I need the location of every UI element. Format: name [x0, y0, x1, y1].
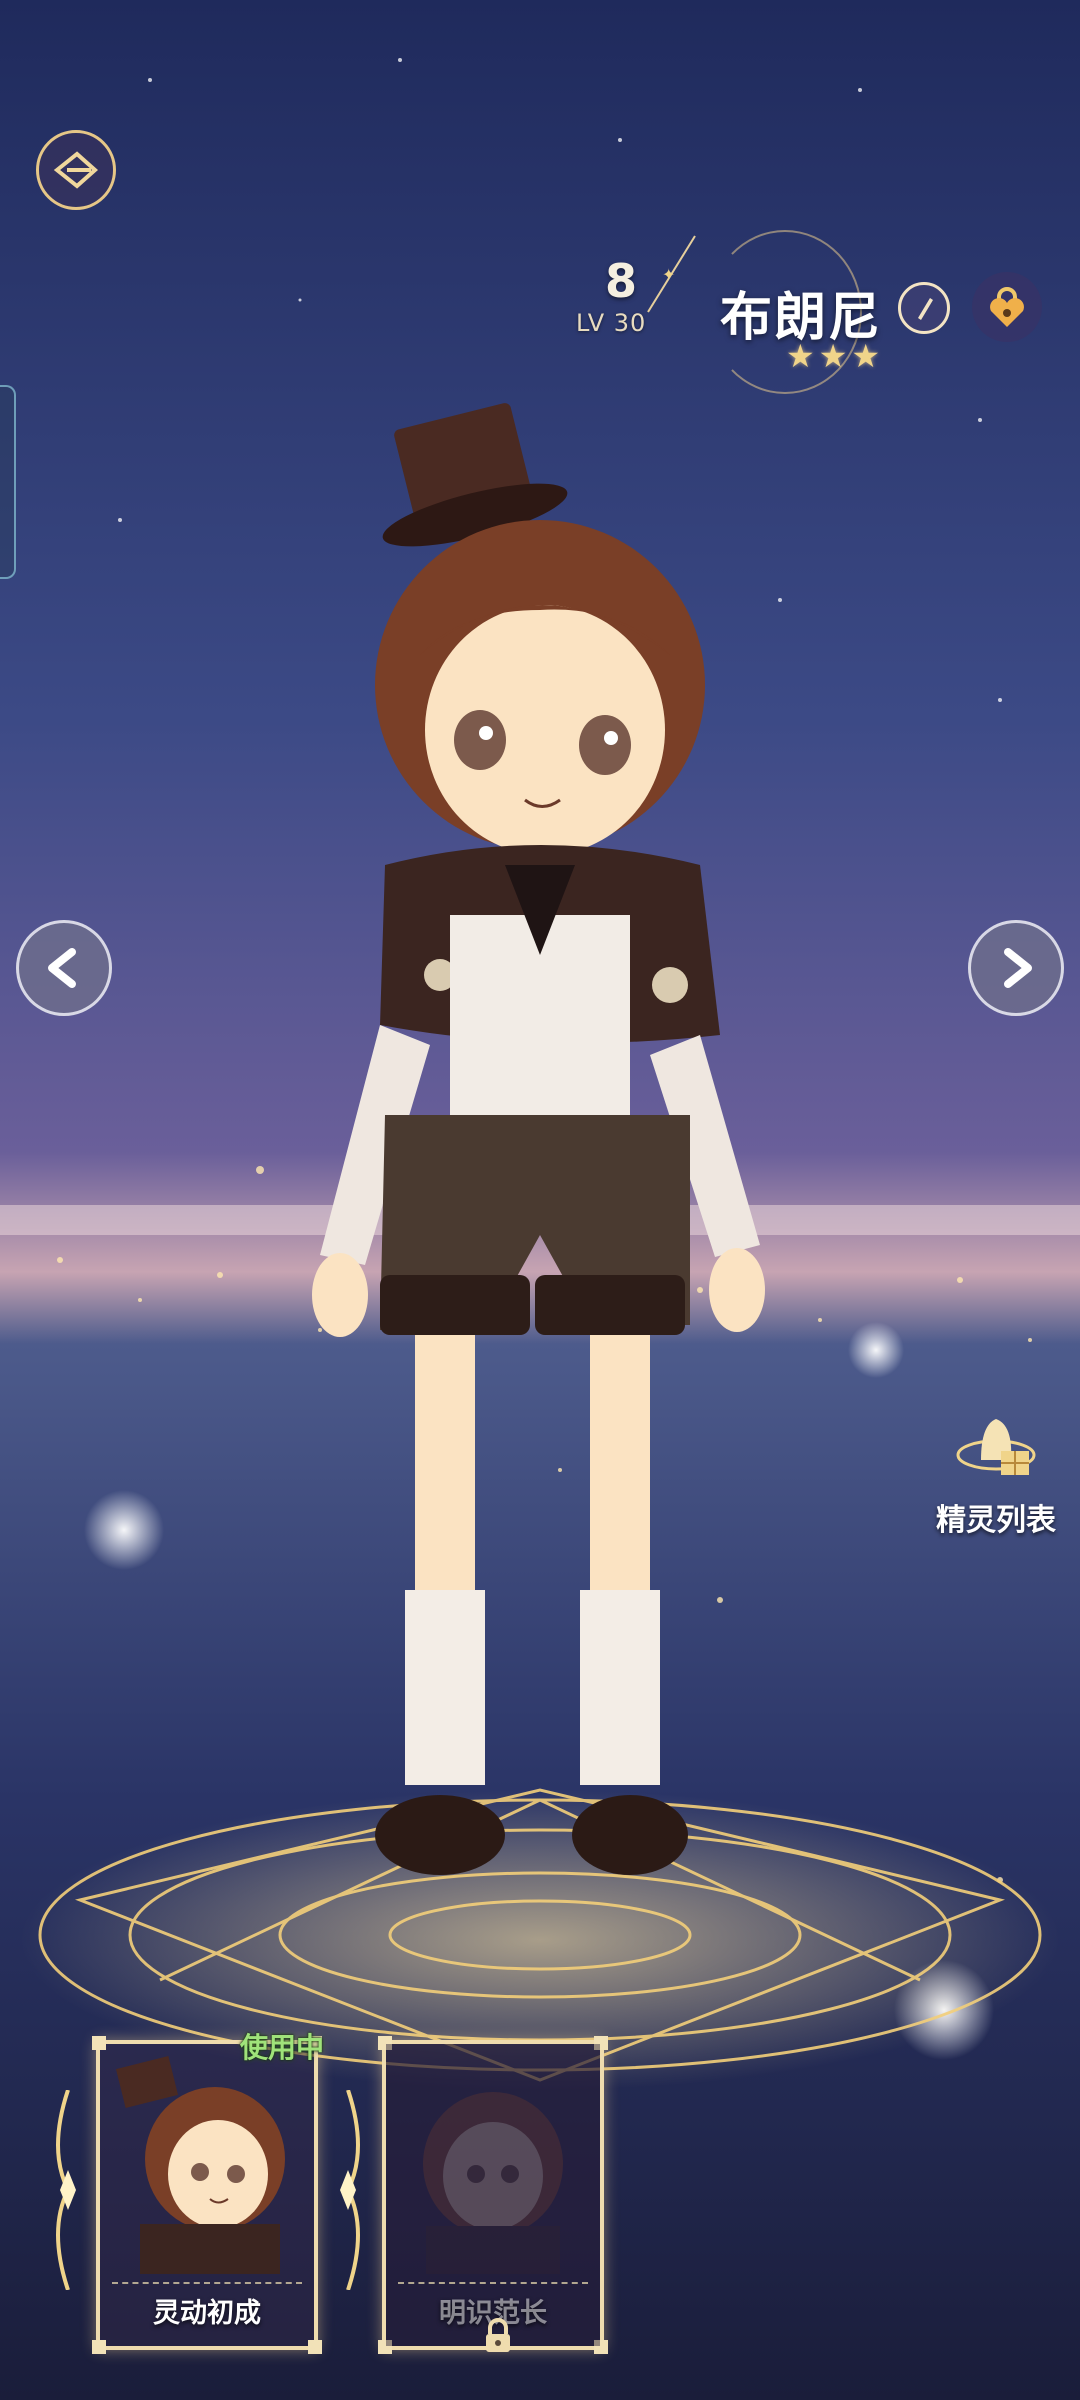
card-ornament-left [56, 2090, 76, 2290]
back-button[interactable] [36, 130, 116, 210]
character-model [312, 403, 765, 1875]
character-level: 8 [604, 254, 637, 308]
next-character-button[interactable] [968, 920, 1064, 1016]
rating-star: ★ [786, 337, 815, 375]
rating-star: ★ [818, 337, 848, 375]
chevron-left-icon [48, 948, 76, 988]
max-level-label: LV 30 [576, 309, 647, 337]
edit-pen-icon [918, 298, 933, 320]
card-separator [112, 2282, 302, 2284]
skin-card[interactable]: 灵动初成 [92, 2036, 322, 2354]
spirit-list-label: 精灵列表 [936, 1503, 1056, 1538]
card-separator [398, 2282, 588, 2284]
skin-portrait [115, 2056, 285, 2274]
card-ornament-middle [340, 2090, 360, 2290]
star-rating: ★ ★ ★ [786, 340, 880, 372]
spirit-list-icon [956, 1419, 1036, 1475]
heart-lock-icon [990, 287, 1024, 327]
chevron-right-icon [1004, 948, 1032, 988]
side-drawer-tab[interactable] [0, 385, 16, 579]
level-divider: ✦ [647, 235, 696, 313]
back-emblem-icon [53, 151, 99, 189]
lock-character-button[interactable] [972, 272, 1042, 342]
edit-name-button[interactable] [898, 282, 950, 334]
svg-text:✦: ✦ [662, 265, 675, 284]
skin-title: 灵动初成 [153, 2298, 261, 2329]
previous-character-button[interactable] [16, 920, 112, 1016]
spirit-list-button[interactable]: 精灵列表 [926, 1405, 1066, 1539]
skin-card[interactable]: 明识范长 [378, 2036, 608, 2354]
in-use-badge: 使用中 [240, 2031, 325, 2064]
rating-star: ★ [851, 337, 881, 375]
lock-icon [486, 2318, 510, 2352]
